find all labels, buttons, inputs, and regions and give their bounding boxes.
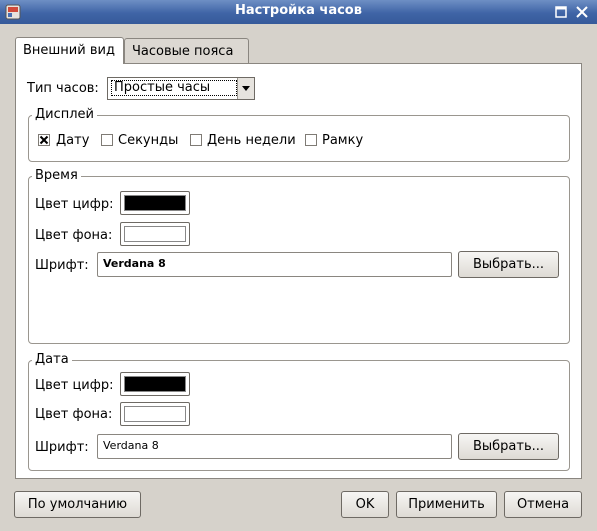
- display-group-title: Дисплей: [32, 107, 98, 122]
- chevron-down-icon: [242, 86, 250, 91]
- time-font-label: Шрифт:: [35, 258, 89, 273]
- dropdown-arrow[interactable]: [237, 78, 254, 99]
- title-bar[interactable]: Настройка часов: [0, 0, 597, 24]
- ok-button[interactable]: OK: [341, 491, 389, 518]
- date-digit-color-label: Цвет цифр:: [35, 378, 114, 393]
- time-font-field[interactable]: Verdana 8: [97, 252, 452, 277]
- show-date-label: Дату: [56, 133, 90, 148]
- show-date-checkbox[interactable]: [38, 134, 50, 146]
- tab-label: Часовые пояса: [132, 44, 234, 59]
- date-digit-color-button[interactable]: [120, 372, 190, 396]
- date-bg-color-label: Цвет фона:: [35, 407, 113, 422]
- date-group-title: Дата: [32, 352, 72, 367]
- date-choose-font-button[interactable]: Выбрать...: [458, 433, 559, 460]
- date-font-field[interactable]: Verdana 8: [97, 434, 452, 459]
- time-bg-color-swatch: [124, 226, 186, 242]
- clock-type-select[interactable]: Простые часы: [107, 77, 255, 100]
- time-digit-color-swatch: [124, 195, 186, 211]
- show-frame-checkbox[interactable]: [305, 134, 317, 146]
- maximize-icon[interactable]: [553, 4, 569, 20]
- tab-label: Внешний вид: [23, 43, 115, 58]
- time-group-title: Время: [32, 168, 81, 183]
- date-bg-color-button[interactable]: [120, 402, 190, 426]
- date-font-label: Шрифт:: [35, 440, 89, 455]
- tab-timezones[interactable]: Часовые пояса: [124, 38, 249, 64]
- clock-type-value: Простые часы: [111, 80, 237, 96]
- close-icon[interactable]: [574, 4, 590, 20]
- checkmark-icon: [39, 135, 49, 145]
- show-seconds-checkbox[interactable]: [101, 134, 113, 146]
- show-weekday-label: День недели: [207, 133, 296, 148]
- time-bg-color-button[interactable]: [120, 222, 190, 246]
- defaults-button[interactable]: По умолчанию: [14, 491, 141, 518]
- time-digit-color-label: Цвет цифр:: [35, 197, 114, 212]
- tab-appearance[interactable]: Внешний вид: [15, 37, 124, 64]
- date-digit-color-swatch: [124, 376, 186, 392]
- show-seconds-label: Секунды: [118, 133, 179, 148]
- date-bg-color-swatch: [124, 406, 186, 422]
- cancel-button[interactable]: Отмена: [504, 491, 582, 518]
- show-frame-label: Рамку: [322, 133, 364, 148]
- time-bg-color-label: Цвет фона:: [35, 228, 113, 243]
- time-digit-color-button[interactable]: [120, 191, 190, 215]
- window-title: Настройка часов: [235, 3, 362, 18]
- apply-button[interactable]: Применить: [396, 491, 497, 518]
- show-weekday-checkbox[interactable]: [190, 134, 202, 146]
- time-choose-font-button[interactable]: Выбрать...: [458, 251, 559, 278]
- clock-type-label: Тип часов:: [27, 81, 99, 96]
